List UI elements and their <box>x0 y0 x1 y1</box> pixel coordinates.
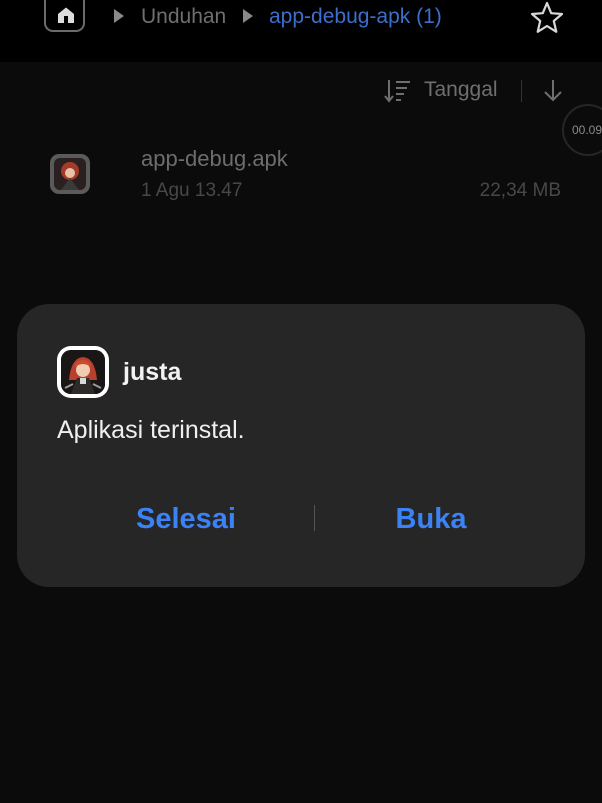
arrow-down-icon[interactable] <box>543 78 563 104</box>
file-thumbnail <box>50 154 90 194</box>
file-date: 1 Agu 13.47 <box>141 180 243 201</box>
home-button[interactable] <box>44 0 85 32</box>
breadcrumb-item-current-folder[interactable]: app-debug-apk (1) <box>269 5 442 29</box>
home-icon <box>58 7 74 23</box>
open-button[interactable]: Buka <box>333 499 529 539</box>
sort-divider <box>521 80 522 102</box>
apk-thumbnail-icon <box>54 158 86 190</box>
star-icon[interactable] <box>528 0 566 36</box>
app-name: justa <box>123 358 182 386</box>
app-icon <box>57 346 109 398</box>
file-size: 22,34 MB <box>479 180 561 201</box>
sort-bar: Tanggal <box>0 62 602 118</box>
breadcrumb-arrow-icon <box>243 9 253 23</box>
install-dialog: justa Aplikasi terinstal. Selesai Buka <box>17 304 585 587</box>
list-item[interactable]: app-debug.apk 1 Agu 13.47 22,34 MB <box>0 140 602 218</box>
button-divider <box>314 505 315 531</box>
install-message: Aplikasi terinstal. <box>57 416 245 444</box>
file-name: app-debug.apk <box>141 146 288 171</box>
sort-label[interactable]: Tanggal <box>424 78 498 102</box>
sort-icon[interactable] <box>384 78 412 104</box>
top-bar: Unduhan app-debug-apk (1) <box>0 0 602 62</box>
app-character-icon <box>61 350 105 394</box>
breadcrumb-arrow-icon <box>114 9 124 23</box>
done-button[interactable]: Selesai <box>87 499 285 539</box>
breadcrumb-item-downloads[interactable]: Unduhan <box>141 5 226 29</box>
